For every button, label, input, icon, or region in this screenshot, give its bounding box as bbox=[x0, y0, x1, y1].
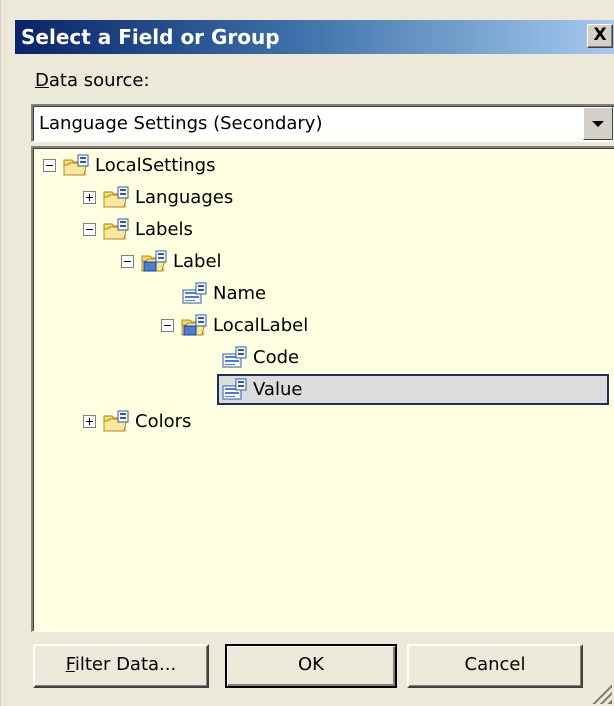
group-folder-icon bbox=[63, 154, 89, 178]
data-source-label-text: ata source: bbox=[48, 70, 150, 91]
field-icon bbox=[221, 346, 247, 370]
tree-node-label: Value bbox=[253, 379, 303, 400]
tree-node-label: LocalLabel bbox=[213, 315, 309, 336]
dialog-title: Select a Field or Group bbox=[21, 25, 280, 49]
tree-node-label: Languages bbox=[135, 187, 234, 208]
collapse-icon[interactable] bbox=[121, 255, 134, 268]
repeating-group-icon bbox=[181, 314, 207, 338]
expand-icon[interactable] bbox=[83, 415, 96, 428]
group-folder-icon bbox=[103, 218, 129, 242]
cancel-label: Cancel bbox=[464, 654, 526, 675]
filter-data-button[interactable]: Filter Data... bbox=[33, 644, 209, 688]
ok-label: OK bbox=[298, 654, 324, 675]
filter-data-mnemonic: F bbox=[65, 654, 75, 675]
field-icon bbox=[181, 282, 207, 306]
close-icon: X bbox=[593, 25, 607, 45]
group-folder-icon bbox=[103, 186, 129, 210]
filter-data-label: ilter Data... bbox=[74, 654, 177, 675]
chevron-down-icon[interactable] bbox=[583, 107, 613, 140]
group-folder-icon bbox=[103, 410, 129, 434]
collapse-icon[interactable] bbox=[83, 223, 96, 236]
tree-node-label: Labels bbox=[135, 219, 193, 240]
data-source-label-mnemonic: D bbox=[35, 70, 49, 91]
cancel-button[interactable]: Cancel bbox=[407, 644, 583, 688]
collapse-icon[interactable] bbox=[43, 159, 56, 172]
repeating-group-icon bbox=[141, 250, 167, 274]
tree-node-label: Code bbox=[253, 347, 300, 368]
expand-icon[interactable] bbox=[83, 191, 96, 204]
close-button[interactable]: X bbox=[587, 24, 613, 48]
resize-grip-icon[interactable] bbox=[590, 682, 612, 704]
field-icon bbox=[221, 378, 247, 402]
tree-node-label: LocalSettings bbox=[95, 155, 216, 176]
tree-node-label: Label bbox=[173, 251, 222, 272]
data-source-select[interactable]: Language Settings (Secondary) bbox=[31, 104, 614, 142]
title-bar[interactable]: Select a Field or Group X bbox=[15, 20, 614, 54]
data-source-label: Data source: bbox=[35, 70, 150, 92]
collapse-icon[interactable] bbox=[161, 319, 174, 332]
ok-button[interactable]: OK bbox=[225, 644, 397, 688]
tree-node-label: Name bbox=[213, 283, 267, 304]
field-tree[interactable]: LocalSettings Languages Labels Label Nam… bbox=[31, 146, 614, 632]
select-field-dialog: Select a Field or Group X Data source: L… bbox=[0, 0, 614, 706]
tree-node-label: Colors bbox=[135, 411, 192, 432]
data-source-value: Language Settings (Secondary) bbox=[39, 113, 323, 134]
